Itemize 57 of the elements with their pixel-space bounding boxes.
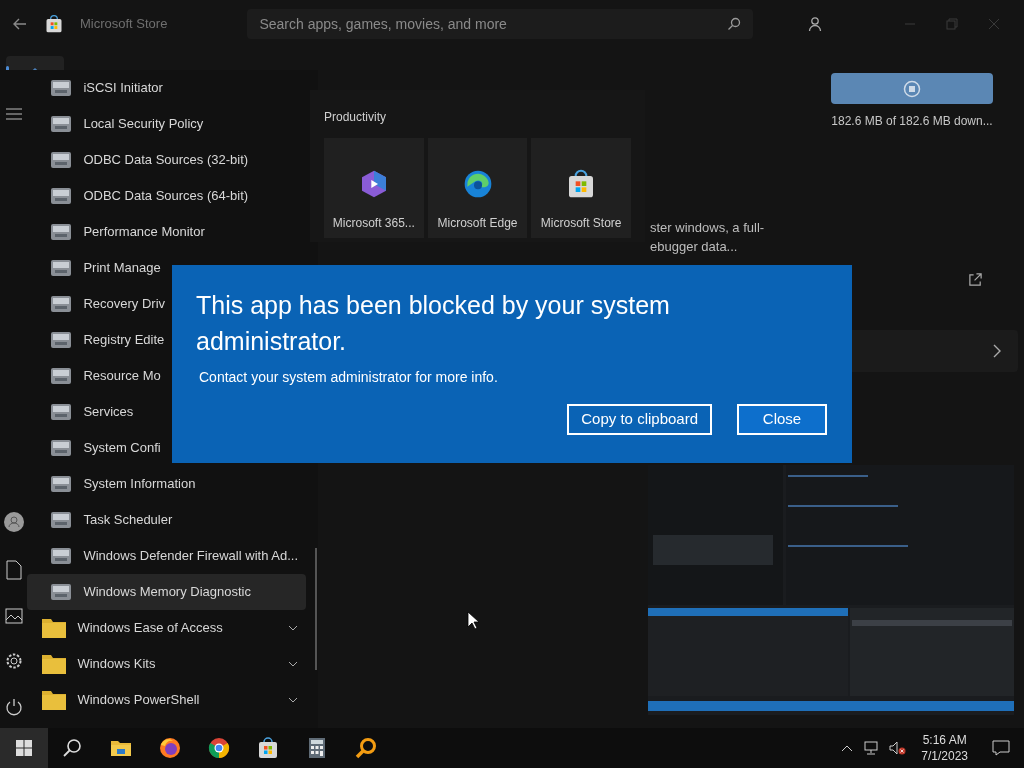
- stop-icon: [903, 79, 921, 98]
- mouse-cursor-icon: [467, 611, 479, 630]
- back-arrow-icon[interactable]: [12, 16, 28, 32]
- user-icon[interactable]: [3, 512, 24, 532]
- app-list-item[interactable]: ODBC Data Sources (64-bit): [27, 178, 306, 214]
- app-tile[interactable]: Microsoft 365...: [324, 138, 424, 238]
- share-icon[interactable]: [968, 272, 983, 287]
- app-list-item[interactable]: Task Scheduler: [27, 502, 306, 538]
- network-icon[interactable]: [863, 741, 880, 755]
- profile-icon[interactable]: [807, 16, 824, 32]
- start-button[interactable]: [0, 728, 48, 768]
- caret-up-icon[interactable]: [841, 744, 854, 752]
- app-list-item[interactable]: Windows Memory Diagnostic: [27, 574, 306, 610]
- window-title: Microsoft Store: [80, 15, 168, 34]
- folder-item[interactable]: Windows Kits: [27, 646, 306, 682]
- app-list-item[interactable]: Performance Monitor: [27, 214, 306, 250]
- power-icon[interactable]: [4, 698, 23, 716]
- search-icon[interactable]: [62, 738, 82, 758]
- windows-logo-icon: [16, 740, 32, 756]
- app-list-item[interactable]: Windows Defender Firewall with Ad...: [27, 538, 306, 574]
- store-logo-icon: [44, 14, 64, 34]
- muted-speaker-icon[interactable]: [889, 741, 908, 755]
- fox-globe-icon[interactable]: [157, 736, 182, 760]
- app-list-item[interactable]: System Information: [27, 466, 306, 502]
- app-tile[interactable]: Microsoft Store: [531, 138, 631, 238]
- dialog-title: This app has been blocked by your system administrator.: [196, 290, 671, 357]
- clock-date[interactable]: 7/1/2023: [921, 748, 968, 764]
- document-icon[interactable]: [5, 560, 22, 580]
- chevron-down-icon: [288, 697, 298, 703]
- search-field[interactable]: Search apps, games, movies, and more: [247, 9, 754, 39]
- chevron-down-icon: [288, 625, 298, 631]
- search-icon[interactable]: [727, 17, 742, 31]
- folder-icon: [41, 617, 68, 639]
- folder-item[interactable]: Windows Ease of Access: [27, 610, 306, 646]
- settings-icon[interactable]: [4, 652, 23, 670]
- notification-icon[interactable]: [992, 740, 1010, 756]
- folder-item[interactable]: Windows PowerShell: [27, 682, 306, 718]
- group-title: Productivity: [324, 109, 388, 126]
- app-list-item[interactable]: Local Security Policy: [27, 106, 306, 142]
- description-text: ster windows, a full-: [650, 219, 765, 237]
- folder-icon: [41, 689, 68, 711]
- magnifier-icon[interactable]: [353, 736, 378, 760]
- clock-time[interactable]: 5:16 AM: [922, 732, 967, 748]
- dialog-message: Contact your system administrator for more info.: [199, 368, 499, 387]
- description-text: ebugger data...: [650, 238, 739, 256]
- download-status: 182.6 MB of 182.6 MB down...: [831, 113, 993, 130]
- app-list-item[interactable]: iSCSI Initiator: [27, 70, 306, 106]
- copy-button[interactable]: Copy to clipboard: [567, 404, 712, 435]
- image-icon[interactable]: [4, 608, 23, 624]
- menu-icon[interactable]: [5, 108, 22, 120]
- chevron-down-icon: [288, 661, 298, 667]
- app-list-item[interactable]: ODBC Data Sources (32-bit): [27, 142, 306, 178]
- round-browser-icon[interactable]: [206, 736, 231, 760]
- chevron-right-icon: [992, 344, 1002, 358]
- app-tile[interactable]: Microsoft Edge: [427, 138, 528, 238]
- folder-icon: [41, 653, 68, 675]
- close-button[interactable]: Close: [737, 404, 827, 435]
